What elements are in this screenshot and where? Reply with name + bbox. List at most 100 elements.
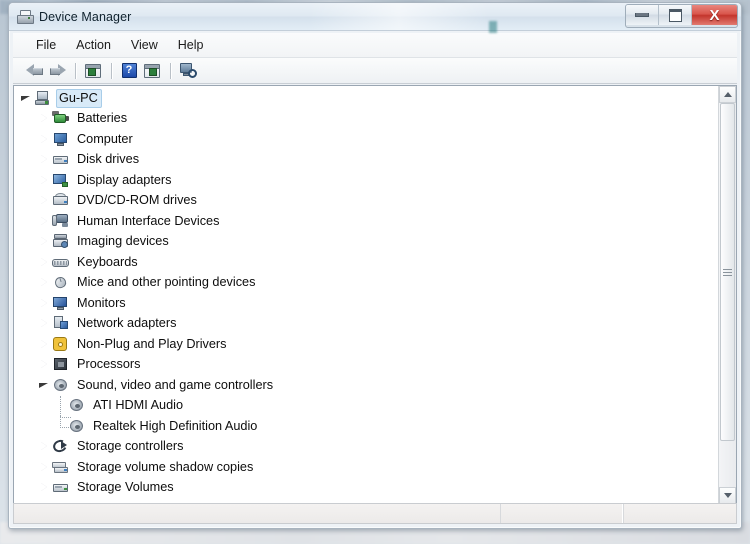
chevron-right-icon bbox=[41, 216, 47, 225]
tree-item-storage-volume-shadow-copies[interactable]: Storage volume shadow copies bbox=[14, 457, 718, 478]
scroll-down-button[interactable] bbox=[719, 487, 736, 504]
tree-item-label: Mice and other pointing devices bbox=[77, 275, 256, 290]
expand-twisty[interactable] bbox=[36, 273, 52, 293]
expand-twisty[interactable] bbox=[36, 293, 52, 313]
expand-twisty[interactable] bbox=[36, 437, 52, 457]
vertical-scrollbar[interactable] bbox=[718, 86, 736, 504]
sound-device-icon bbox=[68, 397, 86, 414]
tree-item-label: Monitors bbox=[77, 295, 126, 310]
tree-item-dvd-cdrom-drives[interactable]: DVD/CD-ROM drives bbox=[14, 191, 718, 212]
menu-file[interactable]: File bbox=[27, 36, 65, 54]
tree-item-imaging-devices[interactable]: Imaging devices bbox=[14, 232, 718, 253]
window-controls: X bbox=[625, 4, 738, 28]
chevron-right-icon bbox=[41, 114, 47, 123]
scroll-up-button[interactable] bbox=[719, 86, 736, 103]
expand-twisty[interactable] bbox=[36, 355, 52, 375]
tree-item-label: Storage volume shadow copies bbox=[77, 459, 254, 474]
title-bar[interactable]: Device Manager X bbox=[9, 3, 741, 33]
expand-twisty[interactable] bbox=[36, 150, 52, 170]
menu-help[interactable]: Help bbox=[169, 36, 213, 54]
chevron-right-icon bbox=[41, 196, 47, 205]
tree-item-label: Non-Plug and Play Drivers bbox=[77, 336, 227, 351]
chevron-right-icon bbox=[41, 462, 47, 471]
chevron-right-icon bbox=[41, 237, 47, 246]
tree-item-label: Computer bbox=[77, 131, 133, 146]
chevron-right-icon bbox=[41, 278, 47, 287]
toolbar-separator bbox=[111, 62, 112, 79]
minimize-button[interactable] bbox=[626, 5, 659, 25]
tree-item-storage-controllers[interactable]: Storage controllers bbox=[14, 437, 718, 458]
device-manager-window: Device Manager X File Action View Help ?… bbox=[8, 2, 742, 529]
expand-twisty[interactable] bbox=[36, 252, 52, 272]
tree-item-label: Disk drives bbox=[77, 152, 140, 167]
scroll-down-icon bbox=[723, 493, 732, 498]
collapse-twisty[interactable] bbox=[36, 375, 52, 395]
tree-item-non-plug-and-play-drivers[interactable]: Non-Plug and Play Drivers bbox=[14, 334, 718, 355]
expand-twisty[interactable] bbox=[36, 334, 52, 354]
menu-bar: File Action View Help bbox=[13, 33, 737, 58]
tree-item-display-adapters[interactable]: Display adapters bbox=[14, 170, 718, 191]
tree-item-disk-drives[interactable]: Disk drives bbox=[14, 150, 718, 171]
menu-view[interactable]: View bbox=[122, 36, 167, 54]
close-icon: X bbox=[709, 6, 720, 24]
hid-icon bbox=[52, 213, 70, 230]
expand-twisty[interactable] bbox=[36, 457, 52, 477]
tree-item-storage-volumes[interactable]: Storage Volumes bbox=[14, 478, 718, 499]
help-button[interactable]: ? bbox=[118, 60, 140, 81]
tool-bar: ? bbox=[13, 58, 737, 84]
expand-twisty[interactable] bbox=[36, 109, 52, 129]
dvd-drive-icon bbox=[52, 192, 70, 209]
toolbar-separator bbox=[170, 62, 171, 79]
tree-item-monitors[interactable]: Monitors bbox=[14, 293, 718, 314]
scrollbar-track[interactable] bbox=[719, 103, 736, 487]
close-button[interactable]: X bbox=[692, 5, 737, 25]
tree-item-batteries[interactable]: Batteries bbox=[14, 109, 718, 130]
tree-item-ati-hdmi-audio[interactable]: ATI HDMI Audio bbox=[14, 395, 718, 418]
tree-item-mice-and-pointing-devices[interactable]: Mice and other pointing devices bbox=[14, 273, 718, 294]
scrollbar-thumb[interactable] bbox=[720, 103, 735, 441]
chevron-right-icon bbox=[41, 339, 47, 348]
tree-item-label: Human Interface Devices bbox=[77, 213, 220, 228]
tree-item-label: DVD/CD-ROM drives bbox=[77, 193, 197, 208]
tree-item-keyboards[interactable]: Keyboards bbox=[14, 252, 718, 273]
expand-twisty[interactable] bbox=[36, 191, 52, 211]
expand-twisty[interactable] bbox=[36, 211, 52, 231]
tree-item-label: Batteries bbox=[77, 111, 128, 126]
shadow-copy-icon bbox=[52, 459, 70, 476]
scan-hardware-changes-button[interactable] bbox=[177, 60, 199, 81]
tree-item-human-interface-devices[interactable]: Human Interface Devices bbox=[14, 211, 718, 232]
tree-item-computer[interactable]: Computer bbox=[14, 129, 718, 150]
tree-item-sound-video-game-controllers[interactable]: Sound, video and game controllers bbox=[14, 375, 718, 396]
forward-button[interactable] bbox=[46, 60, 68, 81]
window-title: Device Manager bbox=[39, 9, 132, 24]
menu-action[interactable]: Action bbox=[67, 36, 120, 54]
chevron-right-icon bbox=[41, 155, 47, 164]
show-hidden-button[interactable] bbox=[141, 60, 163, 81]
device-tree[interactable]: Gu-PC Batteries Computer Disk drives Dis… bbox=[14, 86, 718, 504]
expand-twisty[interactable] bbox=[36, 314, 52, 334]
computer-root-icon bbox=[34, 90, 52, 107]
tree-item-label: Gu-PC bbox=[56, 88, 102, 108]
storage-volume-icon bbox=[52, 479, 70, 496]
tree-item-realtek-high-definition-audio[interactable]: Realtek High Definition Audio bbox=[14, 416, 718, 437]
expand-twisty[interactable] bbox=[36, 129, 52, 149]
tree-item-root[interactable]: Gu-PC bbox=[14, 88, 718, 109]
monitor-icon bbox=[52, 295, 70, 312]
tree-item-label: Imaging devices bbox=[77, 234, 169, 249]
maximize-button[interactable] bbox=[659, 5, 692, 25]
status-bar bbox=[13, 503, 737, 524]
arrow-left-icon bbox=[25, 64, 43, 77]
expand-twisty[interactable] bbox=[36, 478, 52, 498]
tree-item-network-adapters[interactable]: Network adapters bbox=[14, 314, 718, 335]
status-pane-3 bbox=[623, 504, 736, 523]
expand-twisty[interactable] bbox=[36, 170, 52, 190]
back-button[interactable] bbox=[23, 60, 45, 81]
status-pane-2 bbox=[500, 504, 623, 523]
root-twisty[interactable] bbox=[18, 88, 34, 108]
arrow-right-icon bbox=[49, 64, 66, 77]
tree-item-processors[interactable]: Processors bbox=[14, 355, 718, 376]
tree-item-label: Network adapters bbox=[77, 316, 177, 331]
scroll-up-icon bbox=[723, 92, 732, 97]
properties-button[interactable] bbox=[82, 60, 104, 81]
expand-twisty[interactable] bbox=[36, 232, 52, 252]
